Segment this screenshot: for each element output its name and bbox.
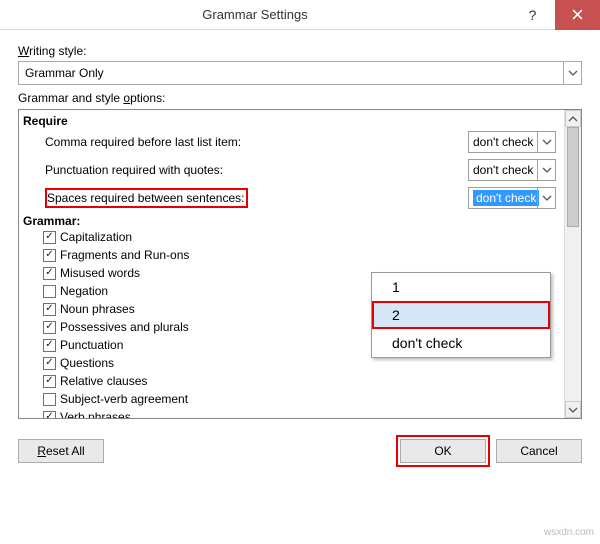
window-title: Grammar Settings [0,7,510,22]
grammar-label: Misused words [60,266,140,280]
options-label: Grammar and style options: [18,91,582,105]
cancel-button[interactable]: Cancel [496,439,582,463]
require-combo[interactable]: don't check [468,187,556,209]
grammar-item[interactable]: Subject-verb agreement [43,390,556,408]
require-row: Comma required before last list item: don… [23,128,556,156]
reset-all-button[interactable]: Reset All [18,439,104,463]
grammar-item[interactable]: Verb phrases [43,408,556,418]
scroll-thumb[interactable] [567,127,579,227]
checkbox[interactable] [43,339,56,352]
grammar-item[interactable]: Relative clauses [43,372,556,390]
close-button[interactable] [555,0,600,30]
chevron-down-icon [537,188,555,208]
require-row: Punctuation required with quotes: don't c… [23,156,556,184]
grammar-label: Relative clauses [60,374,147,388]
checkbox[interactable] [43,249,56,262]
scroll-down-button[interactable] [565,401,581,418]
grammar-label: Punctuation [60,338,123,352]
require-value: don't check [473,135,533,149]
checkbox[interactable] [43,321,56,334]
require-value: don't check [473,190,539,206]
checkbox[interactable] [43,231,56,244]
writing-style-combo[interactable]: Grammar Only [18,61,582,85]
dropdown-option[interactable]: 1 [372,273,550,301]
grammar-label: Noun phrases [60,302,135,316]
chevron-down-icon [537,160,555,180]
writing-style-value: Grammar Only [25,66,104,80]
checkbox[interactable] [43,303,56,316]
dropdown-option[interactable]: don't check [372,329,550,357]
scroll-up-button[interactable] [565,110,581,127]
scrollbar[interactable] [564,110,581,418]
require-label: Spaces required between sentences: [23,188,468,208]
require-heading: Require [23,114,556,128]
require-label: Comma required before last list item: [23,135,468,149]
grammar-item[interactable]: Capitalization [43,228,556,246]
require-label: Punctuation required with quotes: [23,163,468,177]
require-combo[interactable]: don't check [468,159,556,181]
grammar-label: Capitalization [60,230,132,244]
help-button[interactable]: ? [510,0,555,30]
grammar-label: Negation [60,284,108,298]
grammar-label: Verb phrases [60,410,131,418]
grammar-label: Subject-verb agreement [60,392,188,406]
watermark: wsxdn.com [544,527,594,538]
grammar-item[interactable]: Fragments and Run-ons [43,246,556,264]
chevron-down-icon [563,62,581,84]
require-combo[interactable]: don't check [468,131,556,153]
chevron-down-icon [537,132,555,152]
grammar-label: Questions [60,356,114,370]
grammar-heading: Grammar: [23,214,556,228]
spaces-dropdown[interactable]: 12don't check [371,272,551,358]
title-bar: Grammar Settings ? [0,0,600,30]
writing-style-label: Writing style: [18,44,582,58]
checkbox[interactable] [43,285,56,298]
checkbox[interactable] [43,375,56,388]
checkbox[interactable] [43,267,56,280]
options-panel: Require Comma required before last list … [18,109,582,419]
checkbox[interactable] [43,411,56,419]
ok-button[interactable]: OK [400,439,486,463]
require-value: don't check [473,163,533,177]
checkbox[interactable] [43,357,56,370]
checkbox[interactable] [43,393,56,406]
require-row: Spaces required between sentences: don't … [23,184,556,212]
grammar-label: Fragments and Run-ons [60,248,189,262]
grammar-label: Possessives and plurals [60,320,189,334]
dropdown-option[interactable]: 2 [372,301,550,329]
